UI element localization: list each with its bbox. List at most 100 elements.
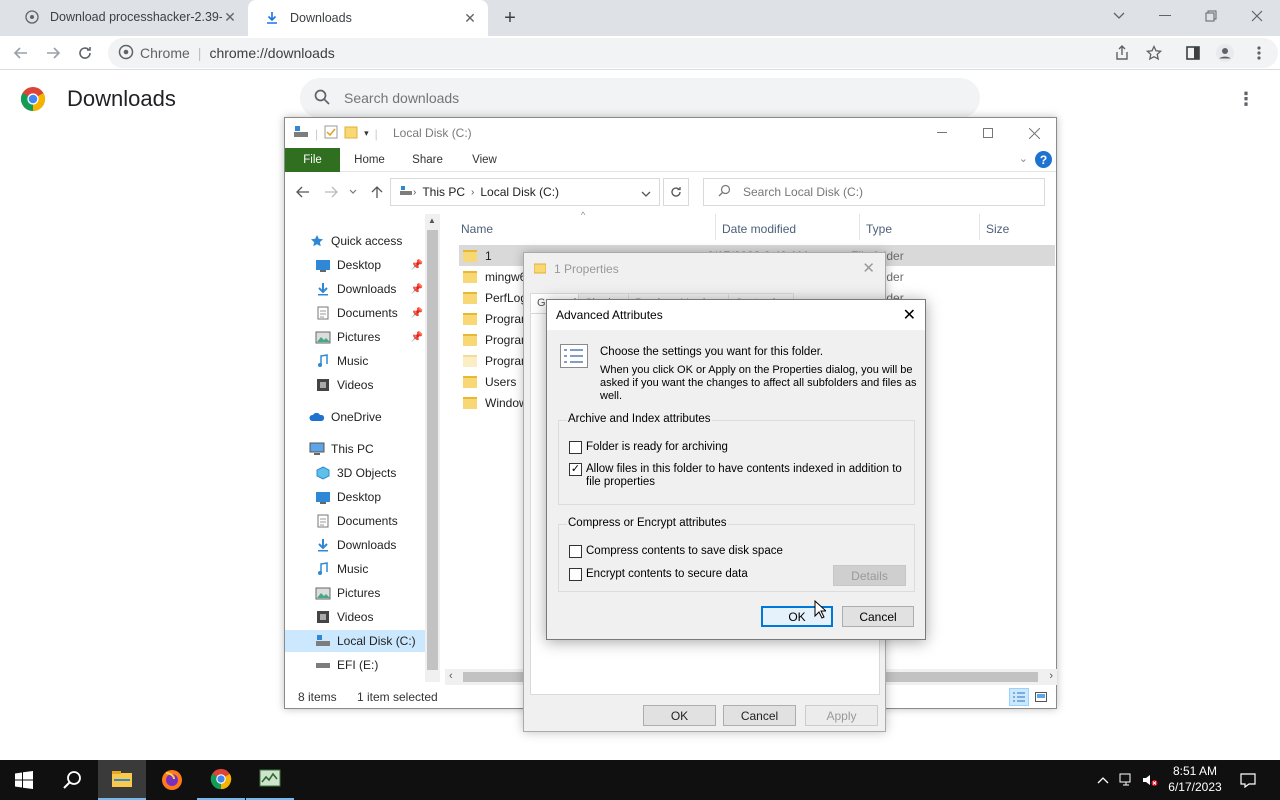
help-icon[interactable]: ? (1035, 151, 1052, 168)
close-icon[interactable]: ✕ (862, 259, 875, 277)
tab-downloads[interactable]: Downloads ✕ (248, 0, 488, 36)
nav-quick-music[interactable]: Music (315, 350, 425, 372)
address-bar[interactable]: Chrome | chrome://downloads (108, 38, 1278, 68)
new-folder-icon[interactable] (344, 125, 358, 142)
system-clock[interactable]: 8:51 AM 6/17/2023 (1160, 763, 1230, 795)
close-icon[interactable]: ✕ (903, 305, 916, 325)
index-checkbox-row[interactable]: ✓ Allow files in this folder to have con… (569, 463, 904, 489)
column-header-date[interactable]: Date modified (722, 218, 796, 240)
breadcrumb-local-disk[interactable]: Local Disk (C:) (480, 185, 559, 199)
volume-muted-icon[interactable] (1140, 760, 1160, 800)
nav-pc-downloads[interactable]: Downloads (315, 534, 425, 556)
properties-check-icon[interactable] (324, 125, 338, 142)
scrollbar-thumb[interactable] (427, 230, 438, 670)
tab-view[interactable]: View (462, 148, 507, 172)
nav-scrollbar[interactable]: ▲ (425, 214, 440, 682)
encrypt-checkbox-row[interactable]: Encrypt contents to secure data (569, 568, 748, 581)
nav-quick-pictures[interactable]: Pictures 📌 (315, 326, 425, 348)
details-button[interactable]: Details (833, 565, 906, 586)
details-view-icon[interactable] (1009, 688, 1029, 706)
reload-icon[interactable] (72, 40, 98, 66)
close-tab-icon[interactable]: ✕ (222, 9, 238, 25)
nav-3d-objects[interactable]: 3D Objects (315, 462, 425, 484)
archive-checkbox-row[interactable]: Folder is ready for archiving (569, 441, 728, 454)
tab-file[interactable]: File (285, 148, 340, 172)
search-icon[interactable] (48, 760, 96, 800)
expand-ribbon-chevron-icon[interactable]: ⌄ (1019, 152, 1028, 165)
tab-share[interactable]: Share (405, 148, 450, 172)
nav-pc-music[interactable]: Music (315, 558, 425, 580)
chrome-menu-icon[interactable] (1246, 40, 1272, 66)
new-tab-button[interactable]: + (498, 6, 522, 30)
breadcrumb-this-pc[interactable]: This PC (422, 185, 465, 199)
scroll-left-arrow-icon[interactable]: ‹ (449, 670, 453, 682)
nav-pc-pictures[interactable]: Pictures (315, 582, 425, 604)
column-divider[interactable] (859, 214, 860, 240)
tab-search-chevron-icon[interactable] (1096, 0, 1142, 32)
minimize-button[interactable] (919, 118, 965, 148)
nav-pc-desktop[interactable]: Desktop (315, 486, 425, 508)
column-divider[interactable] (979, 214, 980, 240)
close-window-button[interactable] (1234, 0, 1280, 32)
address-dropdown-chevron-icon[interactable] (641, 187, 651, 201)
scroll-right-arrow-icon[interactable]: › (1049, 670, 1053, 682)
nav-quick-desktop[interactable]: Desktop 📌 (315, 254, 425, 276)
tab-processhacker-download[interactable]: Download processhacker-2.39-se ✕ (8, 0, 248, 34)
nav-quick-downloads[interactable]: Downloads 📌 (315, 278, 425, 300)
nav-quick-videos[interactable]: Videos (315, 374, 425, 396)
apply-button[interactable]: Apply (805, 705, 878, 726)
profile-avatar-icon[interactable] (1212, 40, 1238, 66)
nav-local-disk[interactable]: Local Disk (C:) (285, 630, 425, 652)
column-divider[interactable] (715, 214, 716, 240)
customize-toolbar-icon[interactable]: ▾ (364, 128, 369, 139)
chrome-taskbar-icon[interactable] (197, 760, 245, 800)
compress-checkbox[interactable] (569, 545, 582, 558)
column-header-type[interactable]: Type (866, 218, 892, 240)
up-icon[interactable] (367, 182, 387, 202)
compress-checkbox-row[interactable]: Compress contents to save disk space (569, 545, 783, 558)
nav-pc-videos[interactable]: Videos (315, 606, 425, 628)
show-hidden-icons-chevron-icon[interactable] (1094, 760, 1112, 800)
back-icon[interactable] (8, 40, 34, 66)
maximize-button[interactable] (965, 118, 1011, 148)
share-icon[interactable] (1109, 40, 1135, 66)
nav-onedrive[interactable]: OneDrive (309, 406, 425, 428)
nav-quick-access[interactable]: Quick access (309, 230, 425, 252)
search-input[interactable] (344, 90, 744, 106)
back-icon[interactable] (293, 182, 313, 202)
downloads-search[interactable] (300, 78, 980, 118)
restore-button[interactable] (1188, 0, 1234, 32)
explorer-search[interactable]: Search Local Disk (C:) (703, 178, 1045, 206)
network-icon[interactable] (1117, 760, 1137, 800)
column-header-size[interactable]: Size (986, 218, 1009, 240)
nav-quick-documents[interactable]: Documents 📌 (315, 302, 425, 324)
more-options-icon[interactable]: ⋮ (1236, 88, 1256, 110)
archive-checkbox[interactable] (569, 441, 582, 454)
forward-icon[interactable] (321, 182, 341, 202)
bookmark-star-icon[interactable] (1141, 40, 1167, 66)
recent-locations-chevron-icon[interactable] (343, 182, 363, 202)
side-panel-icon[interactable] (1180, 40, 1206, 66)
firefox-icon[interactable] (148, 760, 196, 800)
cancel-button[interactable]: Cancel (723, 705, 796, 726)
process-hacker-taskbar-icon[interactable] (246, 760, 294, 800)
close-tab-icon[interactable]: ✕ (462, 10, 478, 26)
index-checkbox[interactable]: ✓ (569, 463, 582, 476)
notifications-icon[interactable] (1236, 760, 1260, 800)
file-explorer-taskbar-icon[interactable] (98, 760, 146, 800)
cancel-button[interactable]: Cancel (842, 606, 914, 627)
nav-this-pc[interactable]: This PC (309, 438, 425, 460)
tab-home[interactable]: Home (347, 148, 392, 172)
start-button[interactable] (0, 760, 48, 800)
refresh-icon[interactable] (663, 178, 689, 206)
ok-button[interactable]: OK (643, 705, 716, 726)
nav-pc-documents[interactable]: Documents (315, 510, 425, 532)
scroll-up-arrow-icon[interactable]: ▲ (428, 216, 436, 225)
encrypt-checkbox[interactable] (569, 568, 582, 581)
close-window-button[interactable] (1011, 118, 1057, 148)
forward-icon[interactable] (40, 40, 66, 66)
nav-efi-drive[interactable]: EFI (E:) (315, 654, 425, 676)
column-header-name[interactable]: Name (461, 218, 493, 240)
large-icons-view-icon[interactable] (1031, 688, 1051, 706)
minimize-button[interactable] (1142, 0, 1188, 32)
